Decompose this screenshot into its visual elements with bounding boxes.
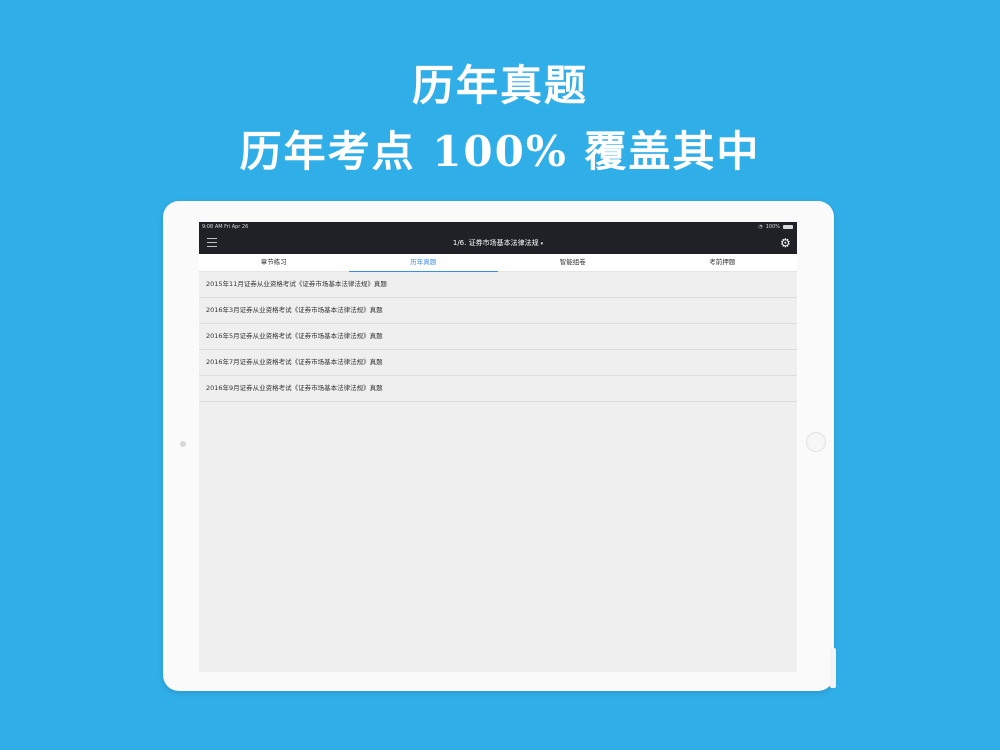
status-bar: 9:08 AM Fri Apr 26 ◔ 100% (199, 222, 797, 232)
wifi-icon: ◔ (758, 224, 763, 230)
status-time: 9:08 AM Fri Apr 26 (202, 224, 249, 230)
exam-list: 2015年11月证券从业资格考试《证券市场基本法律法规》真题 2016年3月证券… (199, 272, 797, 402)
camera-dot (180, 441, 186, 447)
status-indicators: ◔ 100% (758, 222, 793, 232)
battery-percent: 100% (765, 224, 780, 230)
tablet-frame: 9:08 AM Fri Apr 26 ◔ 100% 1/6. 证券市场基本法律法… (163, 201, 834, 691)
list-item[interactable]: 2016年5月证券从业资格考试《证券市场基本法律法规》真题 (199, 324, 797, 350)
hero-headline: 历年真题 (411, 61, 588, 110)
app-screen: 9:08 AM Fri Apr 26 ◔ 100% 1/6. 证券市场基本法律法… (199, 222, 797, 672)
chevron-down-icon: ▾ (540, 241, 544, 247)
list-item[interactable]: 2016年9月证券从业资格考试《证券市场基本法律法规》真题 (199, 376, 797, 402)
gear-icon[interactable]: ⚙ (780, 237, 792, 249)
tab-chapter-practice[interactable]: 章节练习 (199, 254, 349, 271)
home-button[interactable] (806, 432, 826, 452)
subject-selector[interactable]: 1/6. 证券市场基本法律法规 ▾ (199, 232, 797, 255)
tab-past-exams[interactable]: 历年真题 (348, 254, 499, 272)
tab-predicted-questions[interactable]: 考前押题 (648, 254, 798, 271)
subject-title: 1/6. 证券市场基本法律法规 (452, 239, 539, 247)
tab-smart-paper[interactable]: 智能组卷 (498, 254, 648, 271)
list-item[interactable]: 2015年11月证券从业资格考试《证券市场基本法律法规》真题 (199, 272, 797, 298)
hero-subheadline: 历年考点 100% 覆盖其中 (239, 127, 761, 176)
battery-icon (783, 225, 793, 229)
list-item[interactable]: 2016年3月证券从业资格考试《证券市场基本法律法规》真题 (199, 298, 797, 324)
tab-bar: 章节练习 历年真题 智能组卷 考前押题 (199, 254, 797, 272)
nav-bar: 1/6. 证券市场基本法律法规 ▾ ⚙ (199, 232, 797, 254)
side-button (830, 648, 836, 688)
list-item[interactable]: 2016年7月证券从业资格考试《证券市场基本法律法规》真题 (199, 350, 797, 376)
